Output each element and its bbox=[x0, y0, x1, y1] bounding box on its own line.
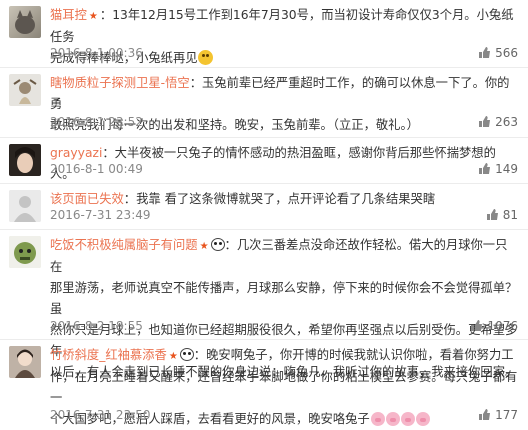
separator: ： bbox=[189, 76, 203, 90]
vip-star-icon: ★ bbox=[168, 351, 178, 362]
avatar[interactable] bbox=[9, 236, 41, 268]
avatar-image bbox=[15, 10, 35, 34]
timestamp: 2016-7-31 23:50 bbox=[50, 408, 151, 422]
timestamp: 2016-8-1 00:49 bbox=[50, 162, 143, 176]
like-count: 149 bbox=[495, 162, 518, 176]
username-link[interactable]: 猫耳控 bbox=[50, 8, 87, 22]
avatar-image bbox=[9, 144, 41, 176]
panda-icon bbox=[179, 348, 194, 361]
like-button[interactable]: 566 bbox=[478, 46, 518, 60]
like-count: 263 bbox=[495, 115, 518, 129]
comment-item: 该页面已失效：我靠 看了这条微博就哭了，点开评论看了几条结果哭瞎 2016-7-… bbox=[0, 184, 528, 230]
timestamp: 2016-8-1 23:52 bbox=[50, 115, 143, 129]
comment-item: 吃饭不积极纯属脑子有问题 ★ ：几次三番差点没命还故作轻松。偌大的月球你一只在 那里… bbox=[0, 230, 528, 379]
username-link[interactable]: 该页面已失效 bbox=[50, 192, 124, 206]
comment-item: 竹桥斜度_红袖慕添香 ★ ：晚安啊兔子，你开博的时候我就认识你啦，看着你努力工 作，… bbox=[0, 340, 528, 429]
like-button[interactable]: 81 bbox=[486, 208, 518, 222]
blush-emoji-icon bbox=[197, 50, 213, 65]
avatar-image bbox=[9, 346, 41, 378]
pig-emoji bbox=[415, 412, 430, 426]
like-count: 1076 bbox=[487, 319, 518, 333]
panda-icon bbox=[210, 238, 225, 251]
like-thumb-icon bbox=[479, 409, 491, 420]
pig-emoji bbox=[385, 412, 400, 426]
avatar-image bbox=[9, 236, 41, 268]
comment-feed: 猫耳控 ★ ：13年12月15号工作到16年7月30号，而当初设计寿命仅仅3个月。小… bbox=[0, 0, 528, 429]
vip-star-icon: ★ bbox=[199, 241, 209, 252]
like-thumb-icon bbox=[479, 163, 491, 174]
separator: ： bbox=[193, 348, 207, 362]
avatar-image bbox=[13, 79, 37, 104]
timestamp: 2016-8-2 18:55 bbox=[50, 319, 143, 333]
like-thumb-icon bbox=[471, 320, 483, 331]
username-link[interactable]: 竹桥斜度_红袖慕添香 bbox=[50, 348, 167, 362]
username-link[interactable]: 瞎物质粒子探测卫星-悟空 bbox=[50, 76, 190, 90]
like-button[interactable]: 177 bbox=[478, 408, 518, 422]
like-thumb-icon bbox=[479, 116, 491, 127]
username-link[interactable]: 吃饭不积极纯属脑子有问题 bbox=[50, 238, 198, 252]
timestamp: 2016-8-1 00:36 bbox=[50, 46, 143, 60]
comment-text: 晚安啊兔子，你开博的时候我就认识你啦，看着你努力工 bbox=[206, 348, 514, 362]
avatar[interactable] bbox=[9, 6, 41, 38]
separator: ： bbox=[102, 146, 115, 160]
username-link[interactable]: grayyazi bbox=[50, 146, 102, 160]
like-count: 177 bbox=[495, 408, 518, 422]
comment-text: 作，在月亮上睡着又醒来，还曾经笨手笨脚地做了你的粘土模型去参赛。每只兔子都有一 bbox=[50, 370, 518, 405]
separator: ： bbox=[99, 8, 113, 22]
comment-item: 瞎物质粒子探测卫星-悟空：玉兔前辈已经严重超时工作，的确可以休息一下了。你的勇 … bbox=[0, 68, 528, 138]
avatar[interactable] bbox=[9, 144, 41, 176]
separator: ： bbox=[123, 192, 137, 206]
like-count: 81 bbox=[502, 208, 518, 222]
separator: ： bbox=[224, 238, 237, 252]
pig-emoji bbox=[370, 412, 385, 426]
like-button[interactable]: 149 bbox=[478, 162, 518, 176]
like-count: 566 bbox=[495, 46, 518, 60]
default-avatar-icon bbox=[9, 190, 41, 222]
comment-item: grayyazi：大半夜被一只兔子的情怀感动的热泪盈眶，感谢你背后那些怀揣梦想的… bbox=[0, 138, 528, 184]
like-thumb-icon bbox=[479, 47, 491, 58]
comment-text: 我靠 看了这条微博就哭了，点开评论看了几条结果哭瞎 bbox=[136, 192, 436, 206]
like-button[interactable]: 1076 bbox=[470, 319, 518, 333]
comment-text: 13年12月15号工作到16年7月30号，而当初设计寿命仅仅3个月。小兔纸任务 bbox=[50, 8, 514, 44]
timestamp: 2016-7-31 23:49 bbox=[50, 208, 151, 222]
like-thumb-icon bbox=[486, 209, 498, 220]
comment-item: 猫耳控 ★ ：13年12月15号工作到16年7月30号，而当初设计寿命仅仅3个月。小… bbox=[0, 0, 528, 68]
comment-text: 那里游荡，老师说真空不能传播声，月球那么安静，停下来的时候你会不会觉得孤单？虽 bbox=[50, 281, 518, 316]
avatar[interactable] bbox=[9, 190, 41, 222]
like-button[interactable]: 263 bbox=[478, 115, 518, 129]
vip-star-icon: ★ bbox=[88, 11, 98, 22]
avatar[interactable] bbox=[9, 74, 41, 106]
pig-emoji bbox=[400, 412, 415, 426]
avatar[interactable] bbox=[9, 346, 41, 378]
